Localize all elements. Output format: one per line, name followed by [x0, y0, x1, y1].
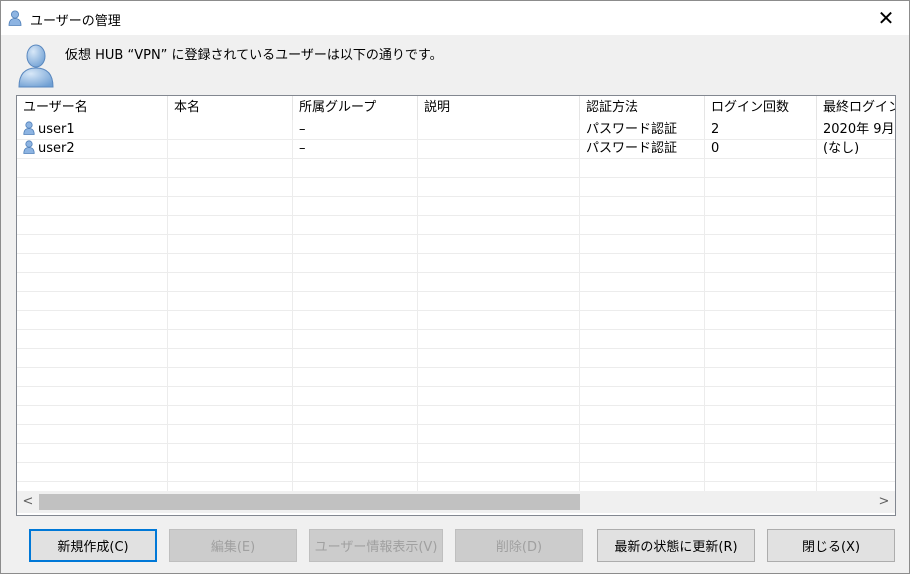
column-header-realname[interactable]: 本名	[168, 96, 293, 120]
grid-line	[417, 120, 418, 491]
grid-line	[17, 386, 895, 387]
grid-line	[579, 120, 580, 491]
table-row[interactable]: user2 – パスワード認証 0 (なし)	[17, 139, 895, 158]
grid-line	[17, 291, 895, 292]
close-button[interactable]: 閉じる(X)	[767, 529, 895, 562]
user-icon	[23, 121, 35, 135]
auth-cell: パスワード認証	[586, 122, 678, 137]
grid-line	[17, 196, 895, 197]
user-cell: user1	[17, 120, 168, 139]
column-header-description[interactable]: 説明	[418, 96, 580, 120]
list-header: ユーザー名 本名 所属グループ 説明 認証方法 ログイン回数 最終ログイン	[17, 96, 895, 120]
column-header-last-login[interactable]: 最終ログイン	[817, 96, 895, 120]
window-title: ユーザーの管理	[30, 14, 121, 29]
header-description: 仮想 HUB “VPN” に登録されているユーザーは以下の通りです。	[65, 48, 443, 63]
delete-button[interactable]: 削除(D)	[455, 529, 583, 562]
scroll-right-icon[interactable]: >	[873, 491, 895, 513]
grid-line	[17, 329, 895, 330]
grid-line	[292, 120, 293, 491]
description-cell	[418, 139, 580, 158]
last-login-cell: 2020年 9月	[823, 122, 895, 137]
logins-cell: 2	[711, 122, 720, 137]
user-icon	[23, 140, 35, 154]
grid-line	[17, 462, 895, 463]
group-cell: –	[299, 122, 306, 137]
create-button[interactable]: 新規作成(C)	[29, 529, 157, 562]
grid-line	[167, 120, 168, 491]
user-management-dialog: ユーザーの管理 ✕ 仮想 HUB “VPN” に登録されているユーザーは以下の通…	[0, 0, 910, 574]
grid-line	[17, 253, 895, 254]
grid-line	[17, 367, 895, 368]
grid-line	[17, 443, 895, 444]
grid-line	[17, 405, 895, 406]
last-login-cell: (なし)	[823, 141, 860, 156]
grid-line	[17, 177, 895, 178]
horizontal-scrollbar[interactable]: < >	[17, 491, 895, 513]
scroll-left-icon[interactable]: <	[17, 491, 39, 513]
user-cell: user2	[17, 139, 168, 158]
group-cell: –	[299, 141, 306, 156]
title-bar: ユーザーの管理 ✕	[1, 1, 909, 35]
grid-line	[17, 234, 895, 235]
logins-cell: 0	[711, 141, 720, 156]
username: user1	[38, 122, 75, 137]
realname-cell	[168, 120, 293, 139]
auth-cell: パスワード認証	[586, 141, 678, 156]
grid-line	[17, 310, 895, 311]
column-header-group[interactable]: 所属グループ	[293, 96, 418, 120]
user-list[interactable]: ユーザー名 本名 所属グループ 説明 認証方法 ログイン回数 最終ログイン us…	[16, 95, 896, 516]
user-icon	[8, 10, 22, 26]
username: user2	[38, 141, 75, 156]
scrollbar-thumb[interactable]	[39, 494, 580, 510]
grid-line	[17, 424, 895, 425]
refresh-button[interactable]: 最新の状態に更新(R)	[597, 529, 755, 562]
grid-line	[17, 348, 895, 349]
grid-line	[704, 120, 705, 491]
grid-line	[17, 158, 895, 159]
realname-cell	[168, 139, 293, 158]
grid-line	[17, 215, 895, 216]
grid-line	[816, 120, 817, 491]
column-header-username[interactable]: ユーザー名	[17, 96, 168, 120]
grid-line	[17, 481, 895, 482]
list-body: user1 – パスワード認証 2 2020年 9月 user2 – パスワード…	[17, 120, 895, 491]
column-header-auth[interactable]: 認証方法	[580, 96, 705, 120]
edit-button[interactable]: 編集(E)	[169, 529, 297, 562]
users-icon	[18, 44, 54, 88]
description-cell	[418, 120, 580, 139]
table-row[interactable]: user1 – パスワード認証 2 2020年 9月	[17, 120, 895, 139]
column-header-logins[interactable]: ログイン回数	[705, 96, 817, 120]
grid-line	[17, 272, 895, 273]
close-icon[interactable]: ✕	[863, 1, 909, 35]
user-info-button[interactable]: ユーザー情報表示(V)	[309, 529, 443, 562]
